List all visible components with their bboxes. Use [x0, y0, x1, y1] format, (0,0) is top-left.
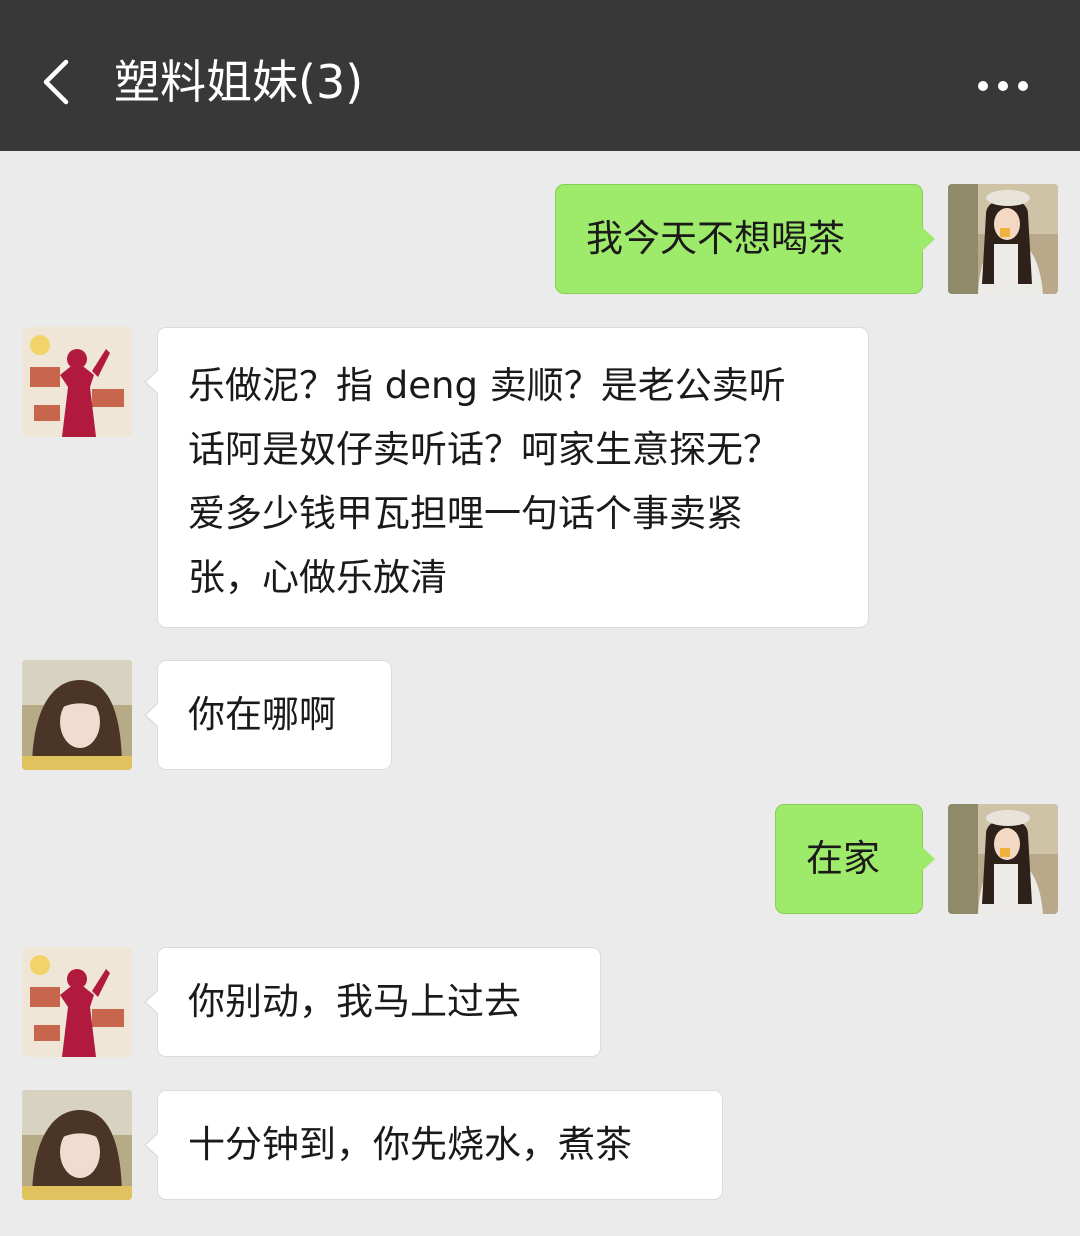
message-text: 你别动，我马上过去	[188, 980, 521, 1023]
more-button[interactable]	[968, 66, 1038, 106]
avatar-self[interactable]	[948, 804, 1058, 914]
message-bubble[interactable]: 在家	[775, 804, 935, 914]
avatar-self-image	[948, 184, 1058, 294]
avatar-member-b-image	[22, 660, 132, 770]
avatar-member-a[interactable]	[22, 947, 132, 1057]
message-bubble[interactable]: 我今天不想喝茶	[555, 184, 935, 294]
avatar-self-image	[948, 804, 1058, 914]
avatar-member-a-image	[22, 327, 132, 437]
back-button[interactable]	[28, 50, 88, 110]
message-line: 话阿是奴仔卖听话？呵家生意探无？	[188, 428, 780, 471]
chat-title: 塑料姐妹(3)	[114, 55, 364, 109]
message-text: 在家	[806, 837, 880, 880]
avatar-self[interactable]	[948, 184, 1058, 294]
avatar-member-a-image	[22, 947, 132, 1057]
message-bubble[interactable]: 你别动，我马上过去	[144, 947, 601, 1057]
message-line: 爱多少钱甲瓦担哩一句话个事卖紧	[188, 492, 743, 535]
message-line: 乐做泥？指 deng 卖顺？是老公卖听	[188, 364, 786, 407]
message-bubble[interactable]: 你在哪啊	[144, 660, 392, 770]
avatar-member-b-image	[22, 1090, 132, 1200]
chat-header: 塑料姐妹(3)	[0, 0, 1080, 151]
avatar-member-a[interactable]	[22, 327, 132, 437]
message-text: 我今天不想喝茶	[586, 217, 845, 260]
more-dots-icon	[978, 81, 1028, 91]
avatar-member-b[interactable]	[22, 1090, 132, 1200]
chevron-left-icon	[43, 59, 69, 105]
message-text: 你在哪啊	[188, 693, 336, 736]
message-line: 张，心做乐放清	[188, 556, 447, 599]
message-bubble[interactable]: 乐做泥？指 deng 卖顺？是老公卖听 话阿是奴仔卖听话？呵家生意探无？ 爱多少…	[144, 327, 869, 628]
message-text: 十分钟到，你先烧水，煮茶	[188, 1123, 632, 1166]
message-bubble[interactable]: 十分钟到，你先烧水，煮茶	[144, 1090, 723, 1200]
avatar-member-b[interactable]	[22, 660, 132, 770]
